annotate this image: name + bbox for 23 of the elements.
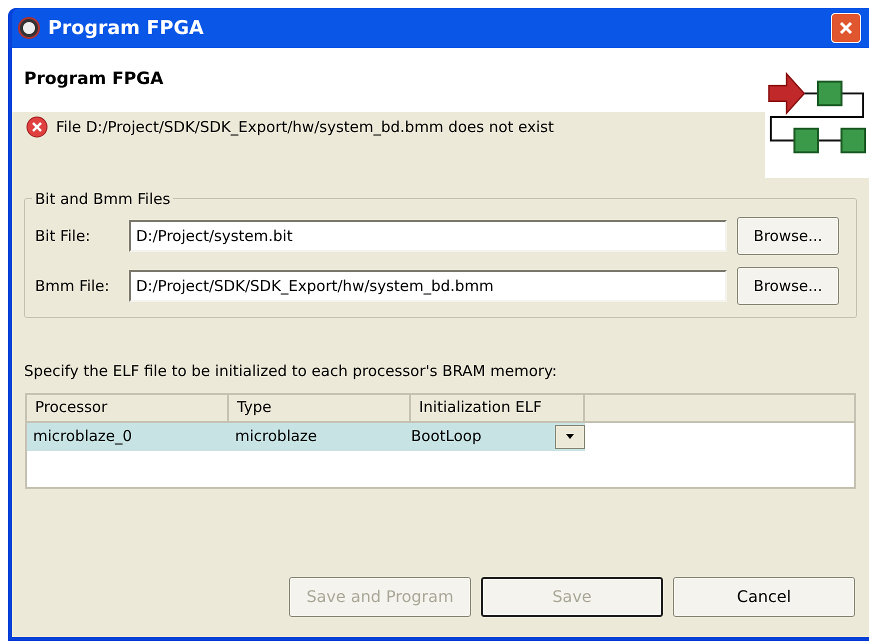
table-row[interactable]: microblaze_0 microblaze BootLoop (27, 422, 585, 450)
column-header[interactable]: Type (229, 394, 411, 420)
table-cell-text: BootLoop (410, 426, 482, 448)
column-header[interactable]: Initialization ELF (411, 394, 585, 420)
window-title: Program FPGA (48, 16, 205, 41)
instruction-text: Specify the ELF file to be initialized to each processor's BRAM memory: (24, 361, 558, 382)
column-header[interactable]: Processor (27, 394, 229, 420)
dialog-title: Program FPGA (24, 68, 164, 92)
table-cell-text: microblaze (234, 426, 318, 448)
error-message: File D:/Project/SDK/SDK_Export/hw/system_bd.bmm does not exist (56, 117, 554, 138)
file-path-field[interactable]: D:/Project/SDK/SDK_Export/hw/system_bd.bmm (129, 270, 727, 302)
field-label: Bmm File: (35, 276, 110, 297)
file-path-field[interactable]: D:/Project/system.bit (129, 220, 727, 252)
close-button[interactable] (831, 13, 861, 43)
table-cell-text: microblaze_0 (32, 426, 134, 448)
app-logo-icon (18, 17, 40, 39)
close-icon (838, 20, 854, 36)
caret-icon (566, 434, 574, 439)
field-label: Bit File: (35, 226, 92, 247)
dropdown-button[interactable] (555, 424, 585, 448)
browse-button[interactable]: Browse... (737, 217, 839, 255)
cancel-button[interactable]: Cancel (673, 577, 855, 617)
browse-button[interactable]: Browse... (737, 267, 839, 305)
